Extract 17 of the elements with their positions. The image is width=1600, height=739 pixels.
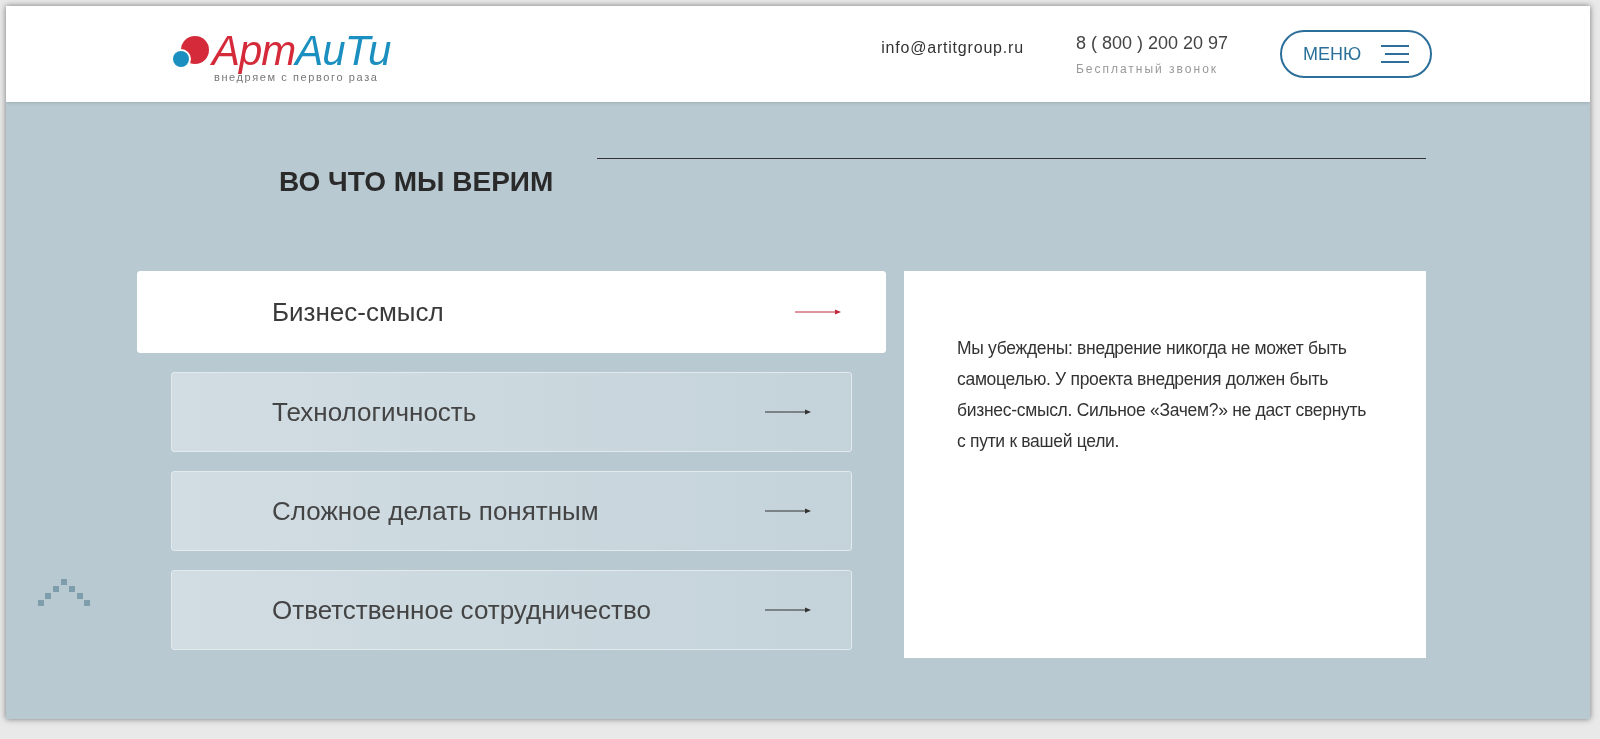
menu-icon (1381, 45, 1410, 63)
scroll-up-icon[interactable] (38, 576, 90, 606)
topic-tab[interactable]: Ответственное сотрудничество (171, 570, 852, 650)
description-text: Мы убеждены: внедрение никогда не может быть самоцелью. У проекта внедрения должен быть бизнес-смысл. Сильное «Зачем?» не даст свернуть с пути к вашей цели. (957, 337, 1368, 453)
arrow-icon (765, 508, 811, 514)
logo[interactable]: АртАиТи внедряем с первого раза (170, 31, 391, 83)
section-title: ВО ЧТО МЫ ВЕРИМ (279, 166, 554, 198)
arrow-icon (765, 409, 811, 415)
arrow-icon (765, 607, 811, 613)
topic-tab[interactable]: Технологичность (171, 372, 852, 452)
topic-tab[interactable]: Сложное делать понятным (171, 471, 852, 551)
phone-number[interactable]: 8 ( 800 ) 200 20 97 (1075, 32, 1228, 54)
email-link[interactable]: info@artitgroup.ru (881, 39, 1024, 57)
topic-tab[interactable]: Бизнес-смысл (137, 271, 886, 353)
arrow-icon (795, 309, 841, 315)
phone-caption: Бесплатный звонок (1075, 61, 1220, 76)
menu-button[interactable]: МЕНЮ (1280, 30, 1432, 78)
